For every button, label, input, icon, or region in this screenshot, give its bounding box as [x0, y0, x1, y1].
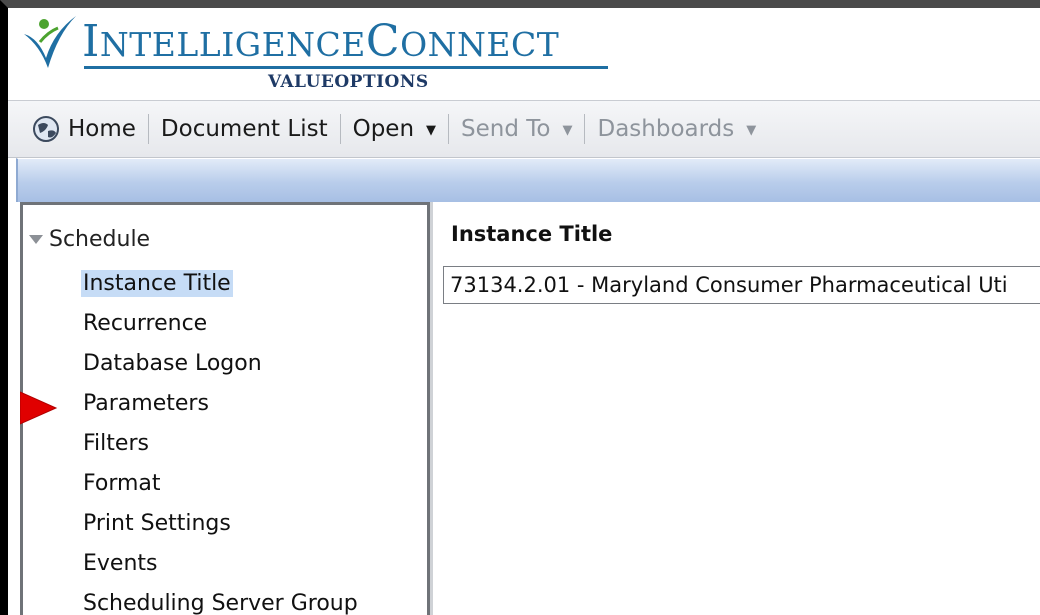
nav-group-label: Schedule [49, 227, 151, 252]
nav-item-parameters[interactable]: Parameters [81, 383, 360, 423]
nav-item-label: Print Settings [83, 510, 231, 536]
open-menu-button[interactable]: Open ▼ [353, 116, 436, 142]
header-strip [16, 158, 1040, 202]
brand-subtitle: VALUEOPTIONS [268, 72, 429, 92]
schedule-nav-list: Instance Title Recurrence Database Logon… [81, 263, 360, 615]
open-label: Open [352, 116, 415, 142]
toolbar-separator [147, 114, 149, 144]
brand-word-connect: ONNECT [400, 25, 560, 64]
toolbar-separator [584, 114, 586, 144]
document-list-label: Document List [160, 116, 328, 142]
expand-triangle-icon[interactable] [29, 235, 43, 244]
nav-item-database-logon[interactable]: Database Logon [81, 343, 360, 383]
nav-item-label: Parameters [83, 390, 209, 416]
nav-item-label: Scheduling Server Group [83, 590, 358, 615]
instance-title-panel: Instance Title [430, 202, 1040, 615]
toolbar-separator [448, 114, 450, 144]
main-toolbar: Home Document List Open ▼ Send To ▼ Dash… [8, 100, 1040, 158]
section-heading: Instance Title [451, 222, 613, 246]
brand-underline [84, 66, 608, 69]
nav-item-label: Instance Title [81, 269, 233, 297]
nav-item-print-settings[interactable]: Print Settings [81, 503, 360, 543]
nav-item-recurrence[interactable]: Recurrence [81, 303, 360, 343]
nav-group-schedule[interactable]: Schedule [29, 227, 150, 252]
red-arrow-pointer-icon [20, 391, 58, 425]
nav-item-label: Recurrence [83, 310, 208, 336]
home-label: Home [68, 116, 136, 142]
brand-word-intelligence: NTELLIGENCE [99, 25, 366, 64]
app-window: INTELLIGENCECONNECT VALUEOPTIONS Home Do… [0, 0, 1040, 615]
nav-item-scheduling-server-group[interactable]: Scheduling Server Group [81, 583, 360, 615]
chevron-down-icon: ▼ [562, 122, 573, 138]
nav-item-label: Database Logon [83, 350, 262, 376]
document-list-button[interactable]: Document List [161, 116, 328, 142]
nav-item-label: Events [83, 550, 158, 576]
home-button[interactable]: Home [30, 113, 136, 145]
toolbar-separator [339, 114, 341, 144]
nav-item-instance-title[interactable]: Instance Title [81, 263, 360, 303]
nav-item-format[interactable]: Format [81, 463, 360, 503]
schedule-nav-panel: Schedule Instance Title Recurrence Datab… [20, 202, 430, 615]
nav-item-events[interactable]: Events [81, 543, 360, 583]
nav-item-label: Filters [83, 430, 149, 456]
send-to-label: Send To [461, 116, 551, 142]
send-to-menu-button[interactable]: Send To ▼ [461, 116, 572, 142]
nav-item-label: Format [83, 470, 161, 496]
brand-name: INTELLIGENCECONNECT [82, 18, 559, 69]
dashboards-label: Dashboards [597, 116, 735, 142]
home-globe-icon [33, 116, 59, 142]
nav-item-filters[interactable]: Filters [81, 423, 360, 463]
brand-initial-i: I [82, 16, 100, 67]
instance-title-input[interactable] [443, 266, 1040, 304]
dashboards-menu-button[interactable]: Dashboards ▼ [597, 116, 756, 142]
left-gutter [8, 158, 16, 615]
brand-initial-c: C [365, 16, 401, 67]
chevron-down-icon: ▼ [746, 122, 757, 138]
logo-banner: INTELLIGENCECONNECT VALUEOPTIONS [8, 8, 1040, 100]
logo-checkmark-icon [24, 16, 76, 68]
chevron-down-icon: ▼ [426, 122, 437, 138]
